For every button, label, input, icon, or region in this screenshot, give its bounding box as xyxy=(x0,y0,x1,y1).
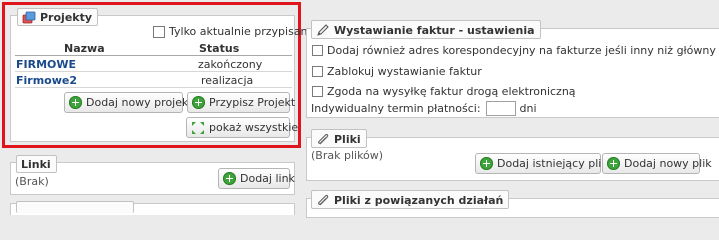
project-name-link[interactable]: FIRMOWE xyxy=(16,58,76,71)
payment-term-input[interactable] xyxy=(485,101,516,116)
plus-circle-icon xyxy=(223,172,236,185)
plus-circle-icon xyxy=(69,96,82,109)
electronic-consent-checkbox[interactable] xyxy=(312,86,323,97)
invoicing-legend: Wystawianie faktur - ustawienia xyxy=(311,20,541,39)
projects-icon xyxy=(22,11,36,25)
show-all-button[interactable]: pokaż wszystkie xyxy=(186,117,298,138)
payment-term-unit: dni xyxy=(519,102,537,115)
column-name-header: Nazwa xyxy=(64,42,105,55)
payment-term-label: Indywidualny termin płatności: xyxy=(311,102,481,115)
links-legend: Linki xyxy=(16,155,57,173)
files-legend: Pliki xyxy=(311,129,367,148)
lower-left-legend xyxy=(16,201,134,213)
plus-circle-icon xyxy=(192,96,205,109)
links-title: Linki xyxy=(21,158,51,171)
only-current-label: Tylko aktualnie przypisane xyxy=(169,25,315,38)
related-files-legend: Pliki z powiązanych działań xyxy=(311,190,510,209)
invoicing-title: Wystawianie faktur - ustawienia xyxy=(334,23,535,37)
project-name-link[interactable]: Firmowe2 xyxy=(16,74,77,87)
payment-term-row: Indywidualny termin płatności: dni xyxy=(311,101,537,116)
invoicing-panel: Wystawianie faktur - ustawienia Dodaj ró… xyxy=(306,20,719,118)
assign-project-button[interactable]: Przypisz Projekt xyxy=(187,92,295,113)
files-panel: Pliki (Brak plików) Dodaj istniejący pli… xyxy=(306,129,719,181)
plus-circle-icon xyxy=(607,157,620,170)
correspondence-address-checkbox[interactable] xyxy=(312,45,323,56)
table-row[interactable]: FIRMOWE zakończony xyxy=(15,57,292,72)
project-status: realizacja xyxy=(201,74,254,87)
only-current-option[interactable]: Tylko aktualnie przypisane xyxy=(153,25,314,38)
related-files-panel: Pliki z powiązanych działań xyxy=(306,190,719,218)
links-panel: Linki (Brak) Dodaj link xyxy=(10,155,295,195)
block-invoicing-checkbox[interactable] xyxy=(312,66,323,77)
add-existing-file-button[interactable]: Dodaj istniejący plik xyxy=(475,153,608,174)
invoice-option-block[interactable]: Zablokuj wystawianie faktur xyxy=(312,65,482,78)
projects-legend: Projekty xyxy=(17,8,99,26)
add-project-button[interactable]: Dodaj nowy projekt xyxy=(64,92,193,113)
add-new-file-button[interactable]: Dodaj nowy plik xyxy=(602,153,712,174)
invoice-option-electronic[interactable]: Zgoda na wysyłkę faktur drogą elektronic… xyxy=(312,85,576,98)
files-title: Pliki xyxy=(334,132,361,146)
paperclip-icon xyxy=(316,132,330,146)
table-row[interactable]: Firmowe2 realizacja xyxy=(15,73,292,88)
links-empty-text: (Brak) xyxy=(15,175,49,188)
plus-circle-icon xyxy=(480,157,493,170)
column-status-header: Status xyxy=(199,42,240,55)
projects-panel: Projekty Tylko aktualnie przypisane Nazw… xyxy=(10,8,314,142)
paperclip-icon xyxy=(316,193,330,207)
projects-title: Projekty xyxy=(40,11,93,24)
add-link-button[interactable]: Dodaj link xyxy=(218,168,295,189)
pencil-icon xyxy=(316,23,330,37)
related-files-title: Pliki z powiązanych działań xyxy=(334,193,504,207)
project-status: zakończony xyxy=(198,58,263,71)
expand-arrows-icon xyxy=(191,121,205,135)
only-current-checkbox[interactable] xyxy=(153,25,165,38)
table-header: Nazwa Status xyxy=(15,42,292,56)
files-empty-text: (Brak plików) xyxy=(311,149,384,162)
invoice-option-correspondence[interactable]: Dodaj również adres korespondecyjny na f… xyxy=(312,44,716,57)
